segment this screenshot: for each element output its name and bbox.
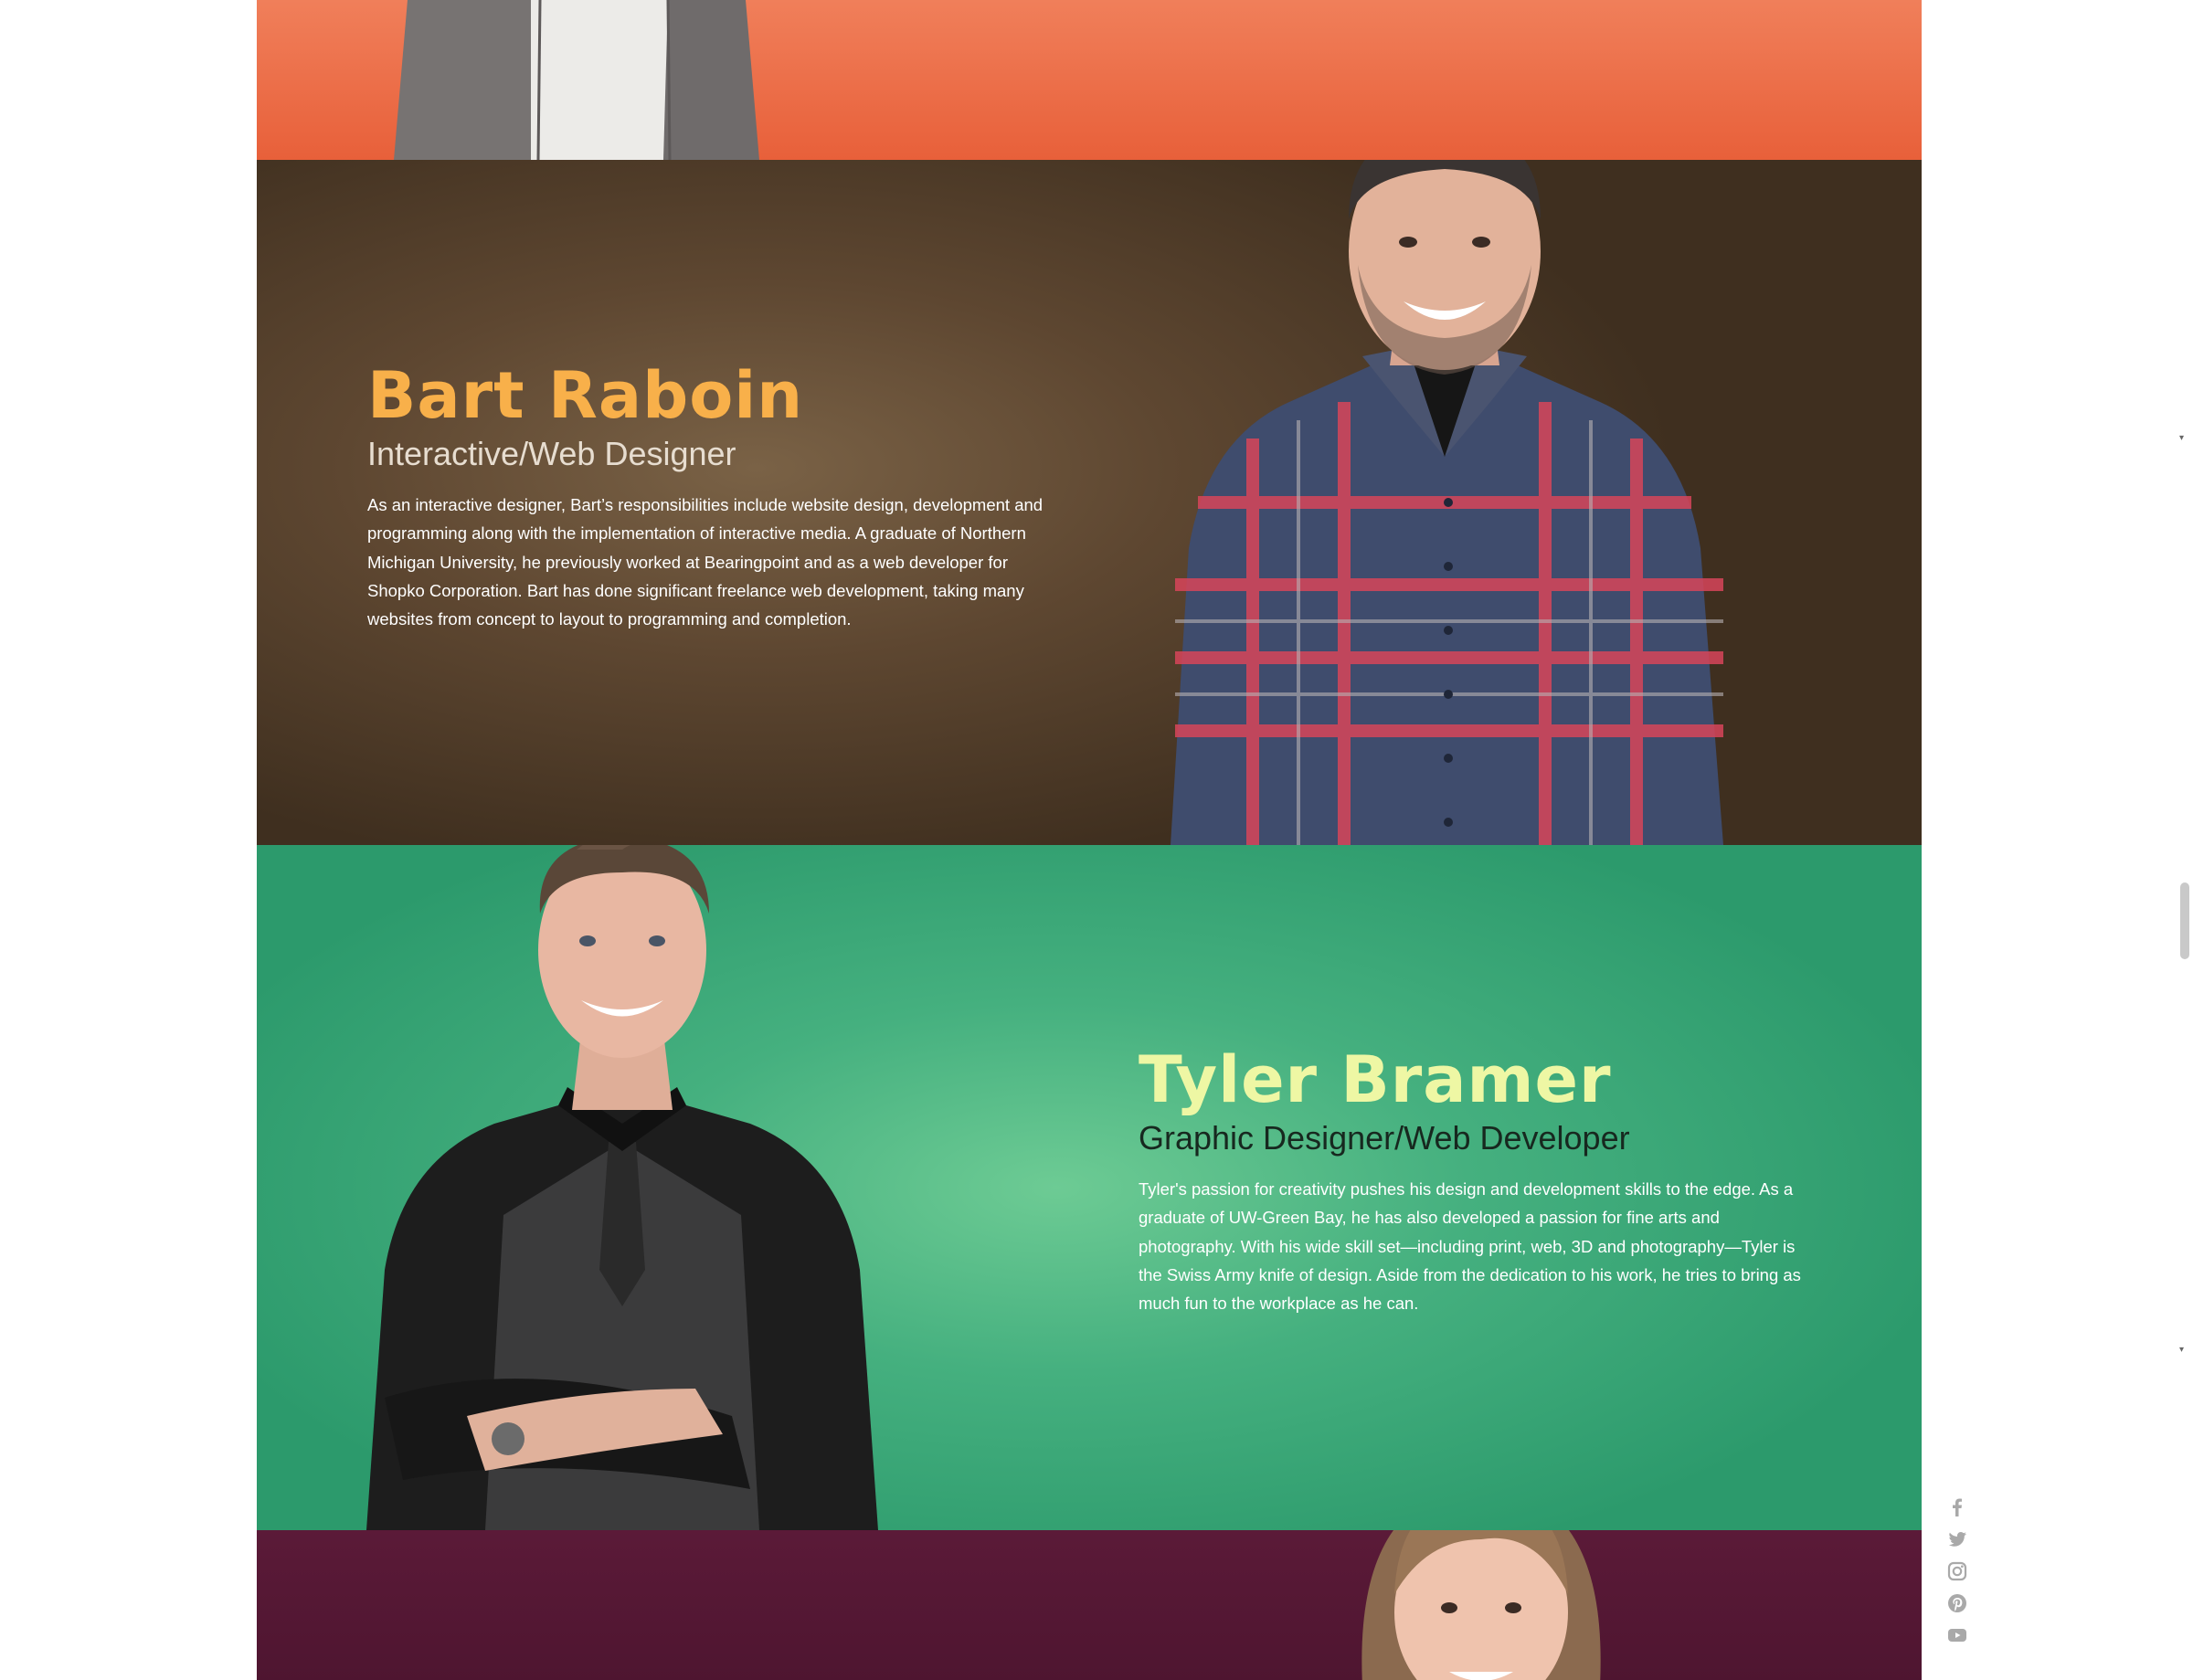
youtube-icon[interactable]	[1946, 1624, 1968, 1646]
profile-band-bart: Bart Raboin Interactive/Web Designer As …	[257, 160, 1922, 845]
scroll-arrow-icon[interactable]: ▾	[2179, 433, 2184, 443]
tyler-bio-block: Tyler Bramer Graphic Designer/Web Develo…	[1139, 1043, 1815, 1317]
team-page: Bart Raboin Interactive/Web Designer As …	[257, 0, 1922, 1680]
vertical-scrollbar[interactable]	[2175, 0, 2193, 1680]
person-name: Tyler Bramer	[1139, 1042, 1612, 1117]
pinterest-icon[interactable]	[1946, 1592, 1968, 1614]
bart-bio-block: Bart Raboin Interactive/Web Designer As …	[367, 359, 1044, 633]
scroll-arrow-icon[interactable]: ▾	[2179, 1345, 2184, 1355]
social-links	[1946, 1496, 1968, 1656]
profile-band-orange	[257, 0, 1922, 160]
profile-band-tyler: Tyler Bramer Graphic Designer/Web Develo…	[257, 845, 1922, 1530]
twitter-icon[interactable]	[1946, 1528, 1968, 1550]
next-person-photo	[1361, 1530, 1601, 1680]
person-name: Bart Raboin	[367, 358, 804, 433]
facebook-icon[interactable]	[1946, 1496, 1968, 1518]
instagram-icon[interactable]	[1946, 1560, 1968, 1582]
person-bio: As an interactive designer, Bart’s respo…	[367, 495, 1044, 629]
previous-person-photo	[394, 0, 759, 160]
person-bio: Tyler's passion for creativity pushes hi…	[1139, 1179, 1801, 1314]
person-role: Interactive/Web Designer	[367, 435, 736, 472]
tyler-photo	[366, 845, 878, 1530]
bart-photo	[1171, 160, 1723, 845]
scrollbar-thumb[interactable]	[2180, 882, 2189, 959]
person-role: Graphic Designer/Web Developer	[1139, 1119, 1630, 1157]
profile-band-maroon	[257, 1530, 1922, 1680]
